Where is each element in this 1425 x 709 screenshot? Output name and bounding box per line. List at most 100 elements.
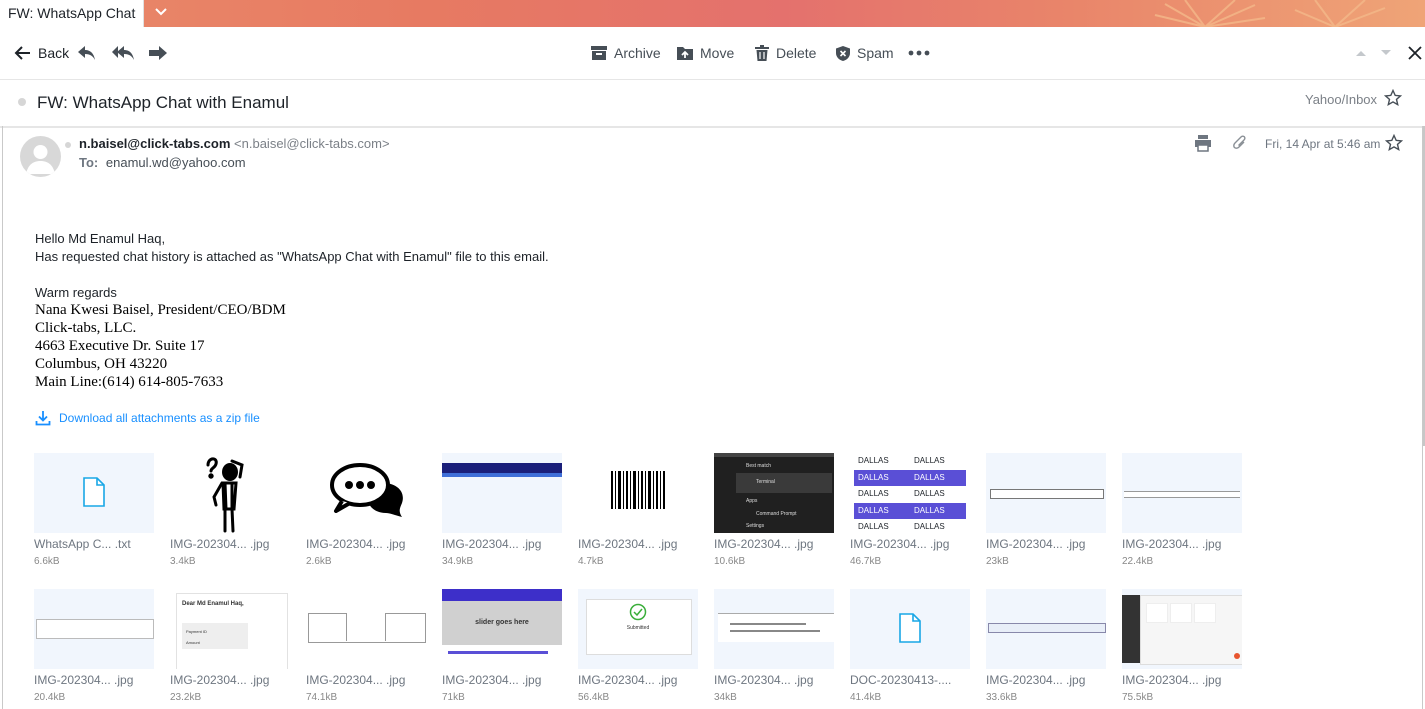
spam-label: Spam	[857, 45, 894, 61]
recipient-line: To: enamul.wd@yahoo.com	[79, 155, 246, 170]
attachment-item[interactable]: IMG-202304... .jpg 3.4kB	[170, 453, 290, 567]
dallas-cell: DALLAS	[914, 522, 945, 531]
attachment-thumbnail	[578, 453, 698, 533]
move-label: Move	[700, 45, 735, 61]
attachment-thumbnail: slider goes here	[442, 589, 562, 669]
message-pane: n.baisel@click-tabs.com <n.baisel@click-…	[2, 126, 1423, 709]
site-tagline	[448, 651, 548, 654]
attachment-size: 71kB	[442, 692, 465, 703]
screenshot-list	[718, 613, 834, 642]
best-match-text: Best match	[746, 463, 772, 469]
regards: Warm regards	[35, 285, 117, 300]
dallas-cell: DALLAS	[858, 472, 889, 482]
attachment-name: IMG-202304... .jpg	[306, 673, 406, 687]
reply-all-icon	[112, 46, 134, 60]
subject-title: FW: WhatsApp Chat with Enamul	[37, 93, 289, 112]
archive-button[interactable]: Archive	[590, 27, 661, 79]
star-icon[interactable]	[1383, 88, 1403, 112]
attachment-item[interactable]: IMG-202304... .jpg 74.1kB	[306, 589, 426, 703]
command-prompt-text: Command Prompt	[756, 511, 797, 517]
forward-icon	[149, 46, 167, 60]
next-message-button[interactable]	[1380, 27, 1392, 79]
barcode-image	[611, 471, 665, 509]
tab-menu-button[interactable]	[144, 0, 178, 27]
attachment-item[interactable]: IMG-202304... .jpg 23kB	[986, 453, 1106, 567]
back-button[interactable]: Back	[14, 27, 69, 79]
tab-message[interactable]: FW: WhatsApp Chat with Enamul	[0, 0, 144, 27]
submitted-text: Submitted	[626, 625, 650, 631]
previous-message-button[interactable]	[1355, 27, 1367, 79]
subject-row: FW: WhatsApp Chat with Enamul Yahoo/Inbo…	[0, 80, 1425, 128]
terminal-text: Terminal	[756, 479, 775, 485]
attachment-thumbnail: Submitted	[578, 589, 698, 669]
attachment-name: IMG-202304... .jpg	[714, 537, 814, 551]
spam-button[interactable]: Spam	[835, 27, 894, 79]
dear-text: Dear Md Enamul Haq,	[182, 601, 244, 607]
signature-name: Nana Kwesi Baisel, President/CEO/BDM	[35, 302, 286, 318]
dashboard-card	[1194, 603, 1216, 623]
attachment-item[interactable]: IMG-202304... .jpg 75.5kB	[1122, 589, 1242, 703]
message-star-icon[interactable]	[1384, 133, 1404, 157]
delete-label: Delete	[776, 45, 817, 61]
screenshot-strip	[988, 623, 1106, 633]
triangle-down-icon	[1381, 50, 1391, 55]
recipient-address[interactable]: enamul.wd@yahoo.com	[106, 155, 246, 170]
attachment-thumbnail	[442, 453, 562, 533]
screenshot-banner	[442, 463, 562, 473]
close-button[interactable]	[1408, 27, 1422, 79]
document-icon	[899, 613, 921, 643]
move-button[interactable]: Move	[676, 27, 734, 79]
to-label: To:	[79, 155, 99, 170]
attachment-thumbnail	[34, 453, 154, 533]
attachment-item[interactable]: IMG-202304... .jpg 4.7kB	[578, 453, 698, 567]
unread-dot[interactable]	[18, 98, 26, 106]
attachment-item[interactable]: DOC-20230413-.... 41.4kB	[850, 589, 970, 703]
check-circle-icon	[629, 603, 647, 621]
more-actions-button[interactable]	[908, 27, 930, 79]
reply-icon	[78, 46, 95, 60]
dallas-cell: DALLAS	[914, 472, 945, 482]
avatar	[20, 136, 61, 177]
signature-street: 4663 Executive Dr. Suite 17	[35, 338, 205, 354]
screenshot-line	[730, 630, 820, 632]
attachment-name: IMG-202304... .jpg	[578, 537, 678, 551]
site-header	[442, 589, 562, 601]
download-all-link[interactable]: Download all attachments as a zip file	[35, 410, 260, 426]
dallas-row: DALLAS DALLAS	[854, 519, 966, 533]
paperclip-icon[interactable]	[1232, 134, 1248, 157]
print-icon[interactable]	[1194, 134, 1212, 157]
attachment-thumbnail	[1122, 589, 1242, 669]
attachment-item[interactable]: IMG-202304... .jpg 2.6kB	[306, 453, 426, 567]
fab-dot	[1234, 653, 1240, 659]
payment-box	[182, 623, 248, 649]
attachment-item[interactable]: Dear Md Enamul Haq, Payment ID Amount IM…	[170, 589, 290, 703]
attachment-item[interactable]: Best match Terminal Apps Command Prompt …	[714, 453, 834, 567]
screenshot-box-divider	[346, 613, 386, 641]
apps-text: Apps	[746, 498, 758, 504]
forward-button[interactable]	[148, 27, 168, 79]
attachment-name: IMG-202304... .jpg	[986, 537, 1086, 551]
attachment-item[interactable]: slider goes here IMG-202304... .jpg 71kB	[442, 589, 562, 703]
screenshot-line	[730, 623, 806, 625]
reply-all-button[interactable]	[111, 27, 135, 79]
attachment-item[interactable]: Submitted IMG-202304... .jpg 56.4kB	[578, 589, 698, 703]
attachment-thumbnail	[714, 589, 834, 669]
sender[interactable]: n.baisel@click-tabs.com <n.baisel@click-…	[79, 136, 390, 151]
attachment-item[interactable]: IMG-202304... .jpg 34.9kB	[442, 453, 562, 567]
attachment-thumbnail	[306, 453, 426, 533]
attachment-name: IMG-202304... .jpg	[1122, 673, 1222, 687]
attachment-item[interactable]: IMG-202304... .jpg 34kB	[714, 589, 834, 703]
attachment-item[interactable]: DALLAS DALLAS DALLAS DALLAS DALLAS DALLAS D…	[850, 453, 970, 567]
dallas-cell: DALLAS	[858, 456, 889, 465]
attachment-item[interactable]: IMG-202304... .jpg 20.4kB	[34, 589, 154, 703]
delete-button[interactable]: Delete	[754, 27, 816, 79]
signature-phone: Main Line:(614) 614-805-7633	[35, 374, 224, 390]
payment-id-text: Payment ID	[186, 629, 207, 634]
attachment-item[interactable]: IMG-202304... .jpg 22.4kB	[1122, 453, 1242, 567]
attachment-size: 6.6kB	[34, 556, 60, 567]
attachment-item[interactable]: WhatsApp C... .txt 6.6kB	[34, 453, 154, 567]
folder-label[interactable]: Yahoo/Inbox	[1305, 92, 1377, 107]
browser-tab-bar: FW: WhatsApp Chat with Enamul	[0, 0, 1425, 27]
attachment-item[interactable]: IMG-202304... .jpg 33.6kB	[986, 589, 1106, 703]
reply-button[interactable]	[77, 27, 97, 79]
